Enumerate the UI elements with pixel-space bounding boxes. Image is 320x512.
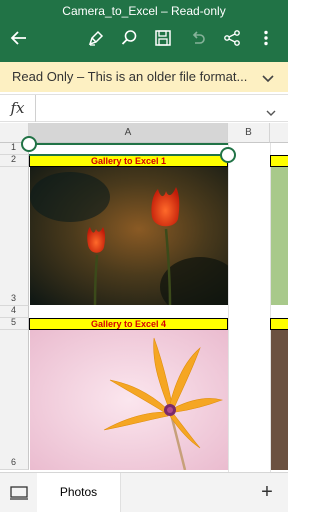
sheet-view-icon[interactable] <box>0 473 37 512</box>
cell-c5[interactable] <box>270 318 288 330</box>
sheet-tab-photos[interactable]: Photos <box>37 473 121 512</box>
more-icon[interactable] <box>253 24 279 52</box>
chevron-down-icon[interactable] <box>262 71 274 89</box>
add-sheet-button[interactable]: + <box>254 479 280 505</box>
selection-handle-start[interactable] <box>21 136 37 152</box>
pen-icon[interactable] <box>83 24 109 52</box>
document-title: Camera_to_Excel – Read-only <box>62 4 226 18</box>
photo-green-partial[interactable] <box>271 167 288 305</box>
row-header-6[interactable]: 6 <box>0 330 29 470</box>
gridline <box>228 143 229 472</box>
search-icon[interactable] <box>116 24 142 52</box>
column-header-a[interactable]: A <box>29 123 228 143</box>
row-header-5[interactable]: 5 <box>0 317 29 330</box>
cell-a2[interactable]: Gallery to Excel 1 <box>29 155 228 167</box>
column-header-b[interactable]: B <box>228 123 270 143</box>
row-header-2[interactable]: 2 <box>0 154 29 167</box>
formula-input[interactable] <box>37 95 258 122</box>
photo-brown-partial[interactable] <box>271 330 288 470</box>
app-toolbar: Camera_to_Excel – Read-only <box>0 0 288 62</box>
banner-text: Read Only – This is an older file format… <box>12 69 248 84</box>
undo-icon[interactable] <box>184 24 210 52</box>
selection-border-bottom <box>29 154 228 156</box>
photo-red-tulips[interactable] <box>30 167 228 305</box>
chevron-down-icon[interactable] <box>266 104 276 122</box>
cell-c2[interactable] <box>270 155 288 167</box>
row-header-3[interactable]: 3 <box>0 167 29 306</box>
save-icon[interactable] <box>150 24 176 52</box>
cell-a5[interactable]: Gallery to Excel 4 <box>29 318 228 330</box>
fx-label: fx <box>0 95 36 122</box>
photo-orange-flower[interactable] <box>30 330 228 470</box>
formula-bar: fx <box>0 94 288 122</box>
column-header-c[interactable] <box>270 123 288 143</box>
back-arrow-icon[interactable] <box>6 24 32 52</box>
share-icon[interactable] <box>219 24 245 52</box>
selection-border-top <box>29 143 228 145</box>
sheet-tab-bar: Photos + <box>0 472 288 512</box>
selection-handle-end[interactable] <box>220 147 236 163</box>
read-only-banner[interactable]: Read Only – This is an older file format… <box>0 62 288 92</box>
spreadsheet-grid[interactable]: A B 1 2 3 4 5 6 Gallery to Excel 1 Galle… <box>0 123 288 472</box>
